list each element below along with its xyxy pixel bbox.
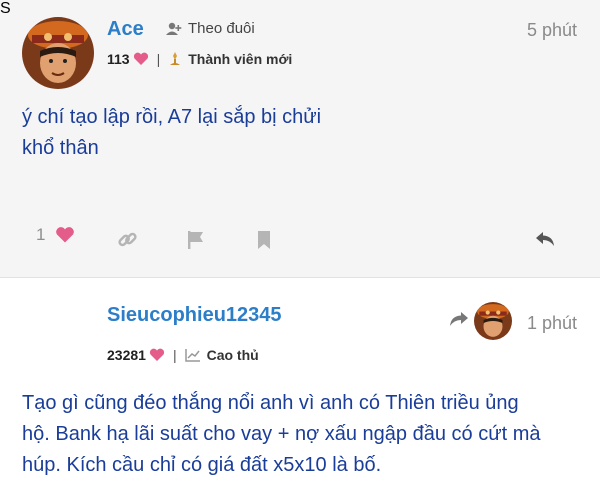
copy-link-button[interactable] — [118, 230, 137, 249]
follow-label: Theo đuôi — [188, 20, 255, 37]
user-role: Cao thủ — [206, 347, 259, 363]
heart-icon — [56, 227, 75, 243]
bookmark-icon — [258, 231, 270, 249]
likes-received-count: 113 — [107, 51, 130, 67]
chart-rank-icon — [184, 349, 200, 362]
follow-button[interactable]: Theo đuôi — [166, 20, 255, 37]
heart-icon — [149, 348, 165, 361]
new-member-icon — [170, 52, 181, 65]
like-button[interactable]: 1 — [36, 225, 75, 245]
like-count: 1 — [36, 225, 46, 244]
reply-button[interactable] — [535, 231, 555, 247]
heart-icon — [133, 52, 148, 65]
reply-to-avatar[interactable] — [474, 302, 512, 340]
post-body-line: húp. Kích cầu chỉ có giá đất x5x10 là bố… — [22, 454, 382, 476]
user-stats: 23281 | Cao thủ — [107, 347, 259, 363]
post-body-line: Tạo gì cũng đéo thắng nổi anh vì anh có … — [22, 392, 519, 414]
flag-button[interactable] — [187, 230, 205, 250]
username-ace[interactable]: Ace — [107, 18, 144, 41]
post-body-line: hộ. Bank hạ lãi suất cho vay + nợ xấu ng… — [22, 423, 541, 445]
reply-arrow-icon — [450, 312, 468, 326]
bookmark-button[interactable] — [257, 230, 271, 250]
post-body-line: khổ thân — [22, 137, 99, 159]
separator: | — [156, 51, 161, 67]
user-stats: 113 | Thành viên mới — [107, 51, 292, 67]
post-body: Tạo gì cũng đéo thắng nổi anh vì anh có … — [22, 388, 541, 481]
avatar-ace[interactable] — [22, 17, 94, 89]
user-role: Thành viên mới — [188, 51, 293, 67]
post-body-line: ý chí tạo lập rồi, A7 lại sắp bị chửi — [22, 106, 322, 128]
separator: | — [172, 347, 177, 363]
link-icon — [118, 232, 137, 247]
post-time[interactable]: 5 phút — [527, 20, 577, 41]
post-time[interactable]: 1 phút — [527, 313, 577, 334]
post-body: ý chí tạo lập rồi, A7 lại sắp bị chửi kh… — [22, 102, 321, 164]
post-1: Ace Theo đuôi 5 phút 113 | Thành viên mớ… — [0, 0, 600, 278]
reply-to-indicator[interactable] — [449, 311, 469, 332]
post-actions: 1 — [0, 225, 600, 255]
reply-icon — [536, 232, 554, 246]
follow-user-icon — [166, 22, 182, 35]
flag-icon — [188, 231, 203, 249]
username-sieucophieu[interactable]: Sieucophieu12345 — [107, 304, 282, 327]
avatar-sieucophieu[interactable]: S — [0, 0, 11, 18]
likes-received-count: 23281 — [107, 347, 146, 363]
